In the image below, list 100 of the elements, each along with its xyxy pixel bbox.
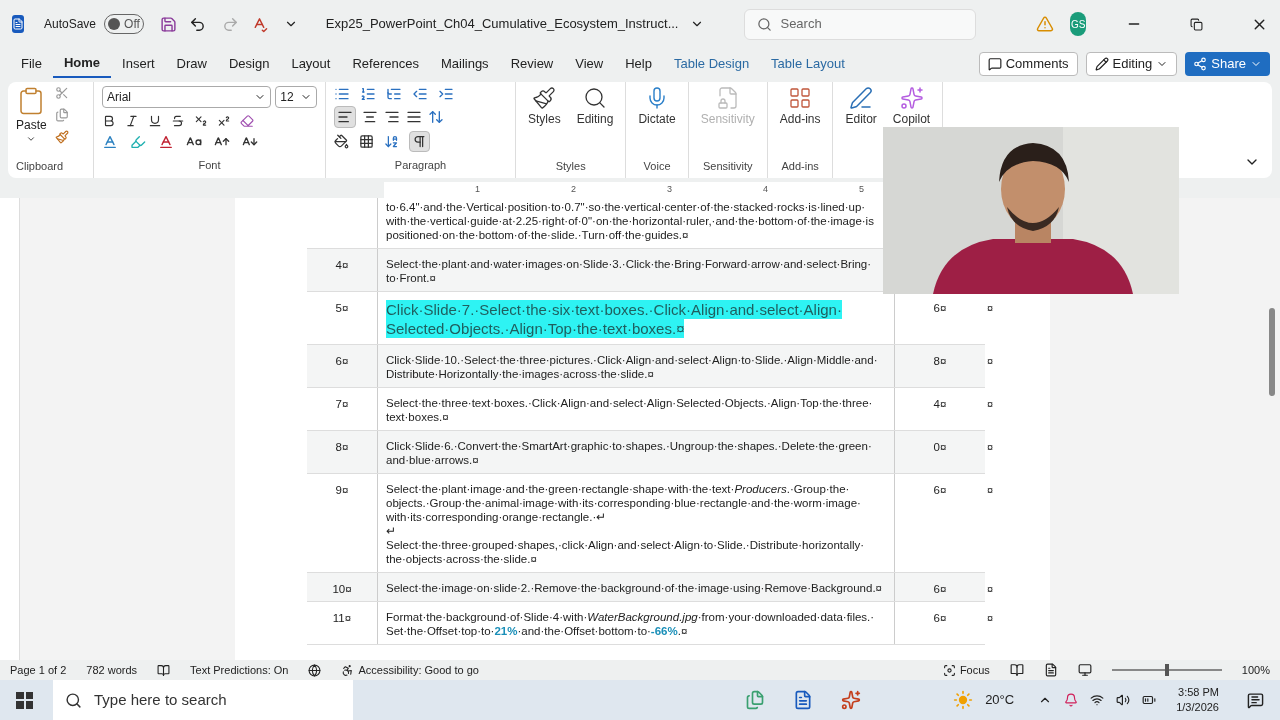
table-cell-text: Select·the·plant·and·water·images·on·Slide·3.·Click·the·Bring·Forward·arrow·and·select·Bring· to·Front.¤ xyxy=(386,257,873,285)
editing-button[interactable]: Editing xyxy=(1085,52,1178,76)
ribbon-tab[interactable]: Table Layout xyxy=(760,50,856,78)
ribbon-tab[interactable]: Review xyxy=(499,50,565,78)
table-cell: 4¤ xyxy=(933,398,947,410)
read-mode-icon[interactable] xyxy=(1009,663,1024,677)
zoom-level[interactable]: 100% xyxy=(1241,661,1270,679)
table-cell: 0¤ xyxy=(933,441,947,453)
pen-icon xyxy=(849,86,874,110)
comments-button[interactable]: Comments xyxy=(978,52,1078,76)
format-painter-icon[interactable] xyxy=(54,130,69,144)
text-predictions[interactable]: Text Predictions: On xyxy=(190,661,289,679)
pilcrow-icon[interactable] xyxy=(409,131,430,153)
word-count[interactable]: 782 words xyxy=(86,661,138,679)
ribbon-tab[interactable]: Draw xyxy=(165,50,218,78)
print-layout-icon[interactable] xyxy=(1043,663,1058,677)
highlighter-icon[interactable] xyxy=(130,134,146,150)
search-field[interactable]: Search xyxy=(744,8,977,40)
grid-icon xyxy=(788,86,813,110)
increase-indent-icon[interactable] xyxy=(438,86,454,102)
warning-icon xyxy=(1036,15,1055,33)
zoom-slider[interactable] xyxy=(1111,664,1222,676)
align-left-icon[interactable] xyxy=(334,105,356,128)
row-end-mark: ¤ xyxy=(987,301,994,316)
accessibility-status[interactable]: Accessibility: Good to go xyxy=(341,661,479,679)
multilevel-list-icon[interactable] xyxy=(386,86,402,102)
comment-icon xyxy=(987,57,1002,71)
superscript-icon[interactable] xyxy=(217,114,231,128)
table-cell: 9¤ xyxy=(335,484,349,496)
numbering-icon[interactable] xyxy=(360,86,376,102)
weather-temperature[interactable]: 20°C xyxy=(985,690,1015,710)
app-icon[interactable] xyxy=(745,690,766,710)
ribbon-button[interactable]: Styles xyxy=(524,86,565,126)
table-cell-text: to·6.4"·and·the·Vertical·position·to·0.7"·so·the·vertical·center·of·the·stacked·rocks·is·lined·up· with·the·vertical·guide·at·2.25·right·of·0"·on·the·horizontal·ruler,·and·the·bottom·of·the·image·is positioned·on·the·bottom·of·the·slide.·Turn·off·the·guides.¤ xyxy=(386,200,875,242)
bold-icon[interactable] xyxy=(102,114,116,128)
ribbon-tab[interactable]: Home xyxy=(52,50,112,78)
borders-icon[interactable] xyxy=(359,134,374,150)
taskbar-search-field[interactable]: Type here to search xyxy=(53,680,353,720)
table-cell: 5¤ xyxy=(335,302,349,314)
volume-icon[interactable] xyxy=(1116,693,1131,707)
ribbon-button[interactable]: Editing xyxy=(572,86,618,126)
ribbon-tab[interactable]: Help xyxy=(614,50,663,78)
table-cell-text: Select·the·image·on·slide·2.·Remove·the·background·of·the·image·using·Remove·Background.¤ xyxy=(386,581,883,595)
bullets-icon[interactable] xyxy=(334,86,350,102)
font-color-icon[interactable] xyxy=(158,134,174,150)
eraser-icon[interactable] xyxy=(240,114,254,128)
autosave-label: AutoSave xyxy=(44,16,97,33)
document-title[interactable]: Exp25_PowerPoint_Ch04_Cumulative_Ecosystem_Instruct... xyxy=(325,14,679,34)
ribbon-tab[interactable]: Mailings xyxy=(429,50,500,78)
decrease-indent-icon[interactable] xyxy=(412,86,428,102)
underline-icon[interactable] xyxy=(148,114,162,128)
cut-icon[interactable] xyxy=(54,86,69,100)
paste-button[interactable]: Paste xyxy=(16,86,47,144)
font-size-field[interactable]: 12 xyxy=(275,86,317,108)
ribbon-tab[interactable]: File xyxy=(10,50,53,78)
sort-icon[interactable] xyxy=(384,134,399,150)
ribbon-button[interactable]: Copilot xyxy=(888,86,935,126)
track-icon[interactable] xyxy=(308,663,322,677)
save-icon[interactable] xyxy=(159,15,177,33)
proofing-icon[interactable] xyxy=(157,663,171,677)
windows-icon[interactable] xyxy=(16,691,33,709)
ribbon-tab[interactable]: References xyxy=(341,50,430,78)
search-icon xyxy=(65,691,82,709)
ribbon-tab[interactable]: Insert xyxy=(111,50,166,78)
text-effects-icon[interactable] xyxy=(102,134,118,150)
copy-icon[interactable] xyxy=(54,108,69,122)
ribbon-tab[interactable]: View xyxy=(564,50,615,78)
font-field[interactable]: Arial xyxy=(102,86,272,108)
document-tag-icon xyxy=(715,86,740,110)
group-label: Voice xyxy=(643,158,671,174)
sun-icon xyxy=(953,690,974,710)
table-cell: 7¤ xyxy=(335,398,349,410)
ribbon-button[interactable]: Dictate xyxy=(634,86,680,126)
web-layout-icon[interactable] xyxy=(1077,663,1092,677)
wifi-icon[interactable] xyxy=(1090,693,1105,707)
strikethrough-icon[interactable] xyxy=(171,114,185,128)
group-label: Font xyxy=(198,159,221,171)
ribbon-tab[interactable]: Design xyxy=(217,50,281,78)
shading-icon[interactable] xyxy=(334,134,349,150)
restore-icon[interactable] xyxy=(1190,17,1203,31)
ruler: 1 2 3 4 5 xyxy=(384,182,884,198)
battery-icon[interactable] xyxy=(1142,693,1157,707)
row-end-mark: ¤ xyxy=(987,483,994,498)
ribbon-button[interactable]: Editor xyxy=(841,86,881,126)
notification-icon[interactable] xyxy=(1247,691,1264,709)
focus-button[interactable]: Focus xyxy=(942,661,990,679)
ribbon-button[interactable]: Add-ins xyxy=(775,86,825,126)
table-cell-text: Select·the·plant·image·and·the·green·rectangle·shape·with·the·text·Producers.·Group·the· objects.·Group·the·animal·image·with·its·corresponding·blue·rectangle·and·the·worm·image· with·its·corresponding·orange·rectangle.·↵ ↵ Select·the·three·grouped·shapes,·click·Align·and·select·Align·to·Slide.·Distribute·horizontally· the·objects·across·the·slide.¤ xyxy=(386,482,866,566)
subscript-icon[interactable] xyxy=(194,114,208,128)
share-button[interactable]: Share xyxy=(1185,52,1270,76)
table-cell: 6¤ xyxy=(933,583,947,595)
undo-icon[interactable] xyxy=(188,15,206,33)
italic-icon[interactable] xyxy=(125,114,139,128)
ribbon-tab[interactable]: Layout xyxy=(280,50,342,78)
table-cell-text: Click·Slide·7.·Select·the·six·text·boxes.·Click·Align·and·select·Align· Selected·Objects.·Align·Top·the·text·boxes.¤ xyxy=(386,300,843,338)
clock[interactable]: 3:58 PM 1/3/2026 xyxy=(1176,685,1219,715)
page-count[interactable]: Page 1 of 2 xyxy=(10,661,67,679)
group-label: Paragraph xyxy=(394,158,447,171)
table-cell: 6¤ xyxy=(933,612,947,624)
ribbon-tab[interactable]: Table Design xyxy=(662,50,761,78)
